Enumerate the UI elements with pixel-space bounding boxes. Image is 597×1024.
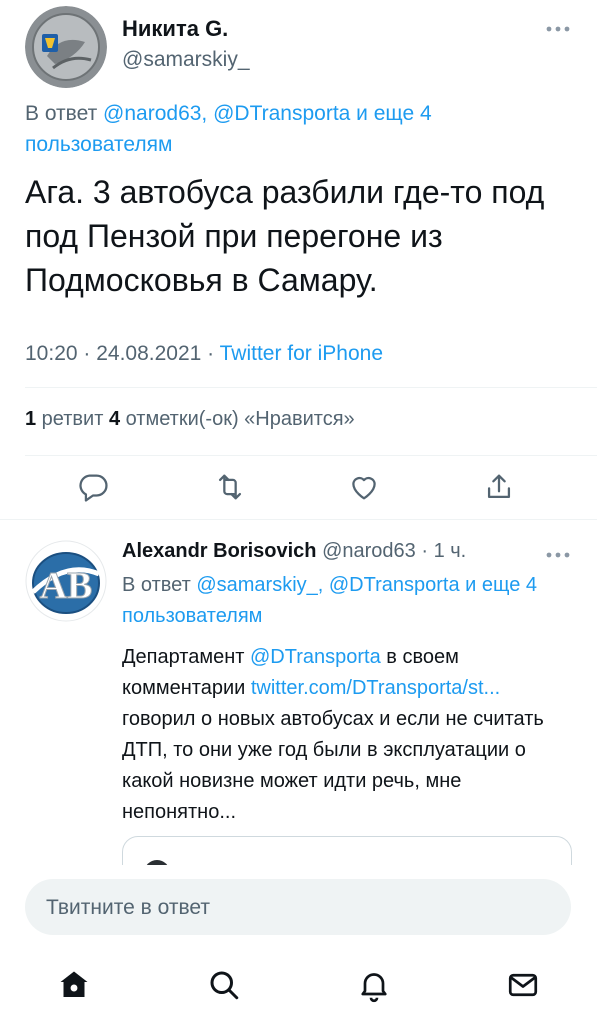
more-options-icon[interactable] bbox=[545, 546, 571, 564]
avatar-image: AB bbox=[25, 540, 107, 622]
retweets-link[interactable]: 1 ретвит bbox=[25, 408, 109, 430]
retweet-label: ретвит bbox=[36, 408, 109, 430]
notifications-icon[interactable] bbox=[356, 967, 392, 1003]
messages-icon[interactable] bbox=[505, 967, 541, 1003]
reply-prefix: В ответ bbox=[25, 102, 104, 125]
bottom-tab-bar bbox=[0, 955, 597, 1024]
reply-input-placeholder: Твитните в ответ bbox=[46, 896, 210, 919]
reply-time[interactable]: 1 ч. bbox=[434, 540, 467, 562]
reply-context: В ответ @narod63, @DTransporta и еще 4 п… bbox=[25, 98, 545, 160]
reply-text: Департамент @DTransporta в своем коммент… bbox=[122, 642, 572, 828]
tweet-text: Ага. 3 автобуса разбили где-то под под П… bbox=[25, 174, 545, 298]
share-icon[interactable] bbox=[482, 470, 516, 504]
url-link[interactable]: twitter.com/DTransporta/st... bbox=[251, 677, 500, 699]
retweet-icon[interactable] bbox=[213, 470, 247, 504]
like-label: отметки(-ок) «Нравится» bbox=[120, 408, 355, 430]
tweet-timestamp[interactable]: 10:20 · 24.08.2021 · bbox=[25, 342, 220, 365]
reply-author-avatar[interactable]: AB bbox=[25, 540, 107, 622]
reply-input[interactable]: Твитните в ответ bbox=[25, 879, 571, 935]
engagement-stats: 1 ретвит 4 отметки(-ок) «Нравится» bbox=[25, 408, 355, 431]
author-avatar[interactable] bbox=[25, 6, 107, 88]
avatar-letters: AB bbox=[40, 565, 93, 607]
reply-context: В ответ @samarskiy_, @DTransporta и еще … bbox=[122, 570, 552, 632]
reply-composer-bar: Твитните в ответ bbox=[0, 865, 597, 955]
reply-author-name[interactable]: Alexandr Borisovich bbox=[122, 540, 317, 562]
retweet-count: 1 bbox=[25, 408, 37, 430]
reply-icon[interactable] bbox=[76, 470, 110, 504]
author-handle[interactable]: @samarskiy_ bbox=[122, 48, 250, 72]
reply-text-part3: говорил о новых автобусах и если не счит… bbox=[122, 708, 544, 823]
author-name[interactable]: Никита G. bbox=[122, 16, 228, 42]
tweet-source-link[interactable]: Twitter for iPhone bbox=[220, 342, 383, 365]
likes-link[interactable]: 4 отметки(-ок) «Нравится» bbox=[109, 408, 355, 430]
mention-link[interactable]: @DTransporta bbox=[250, 646, 381, 668]
search-icon[interactable] bbox=[206, 967, 242, 1003]
divider bbox=[25, 387, 597, 388]
home-icon[interactable] bbox=[56, 967, 92, 1003]
reply-text-part1: Департамент bbox=[122, 646, 250, 668]
reply-author-handle[interactable]: @narod63 bbox=[322, 540, 416, 562]
divider bbox=[25, 455, 597, 456]
avatar-image bbox=[25, 6, 107, 88]
tweet-meta: 10:20 · 24.08.2021 · Twitter for iPhone bbox=[25, 342, 383, 366]
tweet-separator bbox=[0, 519, 597, 520]
tweet-actions bbox=[0, 470, 597, 506]
like-icon[interactable] bbox=[347, 470, 381, 504]
reply-prefix: В ответ bbox=[122, 574, 197, 596]
reply-header: Alexandr Borisovich @narod63 · 1 ч. bbox=[122, 540, 466, 563]
more-options-icon[interactable] bbox=[545, 20, 571, 38]
reply-dot: · bbox=[415, 540, 434, 562]
like-count: 4 bbox=[108, 408, 121, 430]
